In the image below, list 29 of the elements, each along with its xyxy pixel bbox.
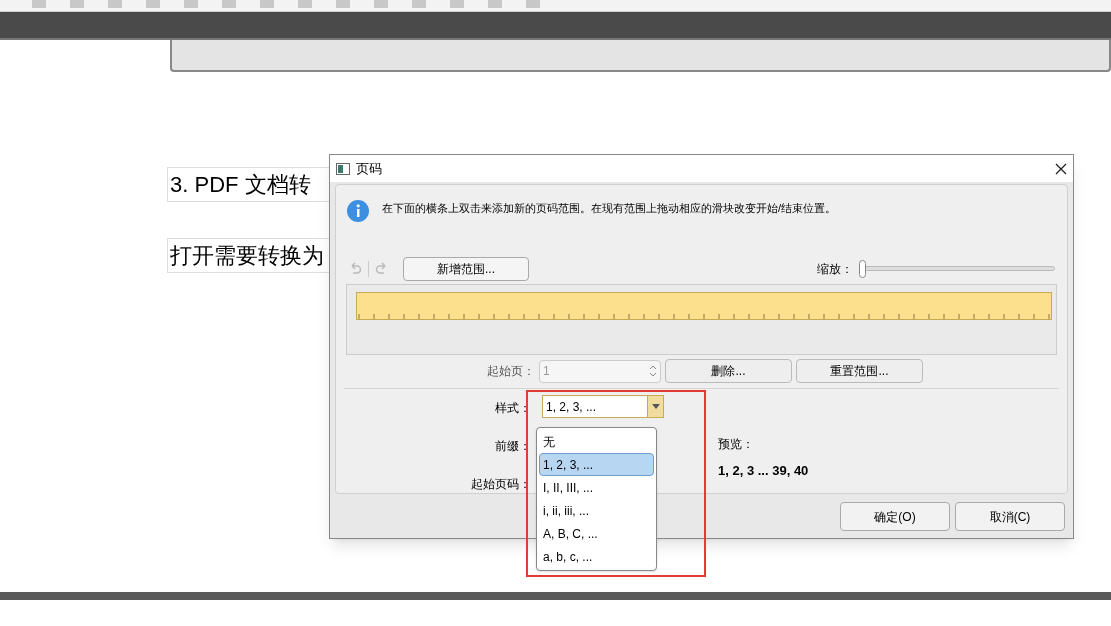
start-number-label: 起始页码： [471,476,531,493]
dropdown-option[interactable]: a, b, c, ... [539,545,654,568]
start-page-label: 起始页： [486,363,535,381]
caret-icon [651,404,660,409]
dropdown-option[interactable]: i, ii, iii, ... [539,499,654,522]
ok-button[interactable]: 确定(O) [840,502,950,531]
redo-icon[interactable] [375,261,389,276]
reset-range-button[interactable]: 重置范围... [796,359,923,384]
dropdown-option[interactable]: I, II, III, ... [539,476,654,499]
info-icon [346,199,370,223]
prefix-label: 前缀： [495,438,531,455]
zoom-label: 缩放： [817,260,853,278]
cancel-button[interactable]: 取消(C) [955,502,1065,531]
add-range-button[interactable]: 新增范围... [403,256,529,281]
undo-icon[interactable] [348,261,362,276]
dropdown-option[interactable]: 无 [539,430,654,453]
delete-button[interactable]: 删除... [665,359,792,384]
window-icon [336,162,350,175]
close-icon[interactable] [1055,162,1067,175]
dropdown-option[interactable]: 1, 2, 3, ... [539,453,654,476]
preview-text: 1, 2, 3 ... 39, 40 [718,462,809,480]
style-label: 样式： [495,400,531,417]
dropdown-option[interactable]: A, B, C, ... [539,522,654,545]
info-text: 在下面的横条上双击来添加新的页码范围。在现有范围上拖动相应的滑块改变开始/结束位置。 [382,201,837,216]
zoom-slider[interactable] [859,259,1055,278]
style-dropdown[interactable]: 1, 2, 3, ... [542,395,664,418]
window-title: 页码 [356,159,382,178]
page-range-bar[interactable] [356,291,1052,320]
preview-label: 预览： [718,436,755,453]
